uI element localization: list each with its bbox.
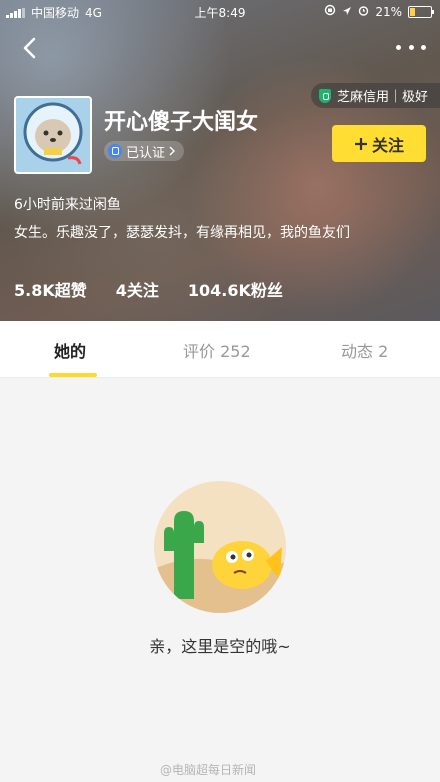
follow-label: 关注 (371, 135, 404, 155)
tab-hers[interactable]: 她的 (54, 338, 86, 362)
last-seen: 6小时前来过闲鱼 (14, 197, 121, 213)
profile-header: 中国移动 4G 上午8:49 21% 芝麻信用｜极好 开心傻子大闺女 已认证 关… (0, 0, 440, 321)
tab-bar: 她的 评价 252 动态 2 (0, 321, 440, 378)
tab-moments[interactable]: 动态 2 (341, 338, 388, 362)
bio: 女生。乐趣没了，瑟瑟发抖，有缘再相见，我的鱼友们 (14, 225, 350, 241)
stat-followers[interactable]: 104.6K粉丝 (188, 277, 283, 301)
chevron-right-icon (169, 146, 176, 156)
battery-percent: 21% (375, 4, 402, 19)
credit-label: 芝麻信用｜极好 (336, 90, 428, 105)
orientation-lock-icon (324, 4, 336, 19)
stat-following[interactable]: 4关注 (116, 277, 159, 301)
verified-icon (108, 144, 122, 158)
chevron-left-icon (23, 37, 36, 59)
seal-avatar-icon (16, 98, 90, 172)
back-button[interactable] (16, 34, 44, 62)
plus-icon (354, 137, 367, 150)
stat-likes[interactable]: 5.8K超赞 (14, 277, 87, 301)
alarm-icon (358, 5, 369, 19)
cactus-fish-icon (154, 481, 286, 613)
more-dot-icon (396, 44, 401, 50)
empty-state-illustration (154, 481, 286, 613)
watermark: @电脑超每日新闻 (160, 763, 257, 777)
avatar[interactable] (14, 96, 92, 174)
empty-state-message: 亲，这里是空的哦~ (149, 637, 291, 656)
more-button[interactable] (396, 40, 426, 54)
battery-icon (408, 5, 434, 18)
profile-name: 开心傻子大闺女 (104, 110, 259, 135)
status-bar: 中国移动 4G 上午8:49 21% (0, 0, 440, 24)
location-icon (342, 5, 352, 19)
verified-badge[interactable]: 已认证 (104, 141, 185, 161)
sesame-credit-icon (318, 88, 331, 103)
verified-label: 已认证 (126, 145, 166, 161)
active-tab-indicator (49, 373, 97, 377)
stats-row: 5.8K超赞 4关注 104.6K粉丝 (14, 277, 283, 301)
credit-badge[interactable]: 芝麻信用｜极好 (310, 83, 440, 108)
tab-reviews[interactable]: 评价 252 (183, 338, 251, 362)
follow-button[interactable]: 关注 (332, 125, 426, 162)
